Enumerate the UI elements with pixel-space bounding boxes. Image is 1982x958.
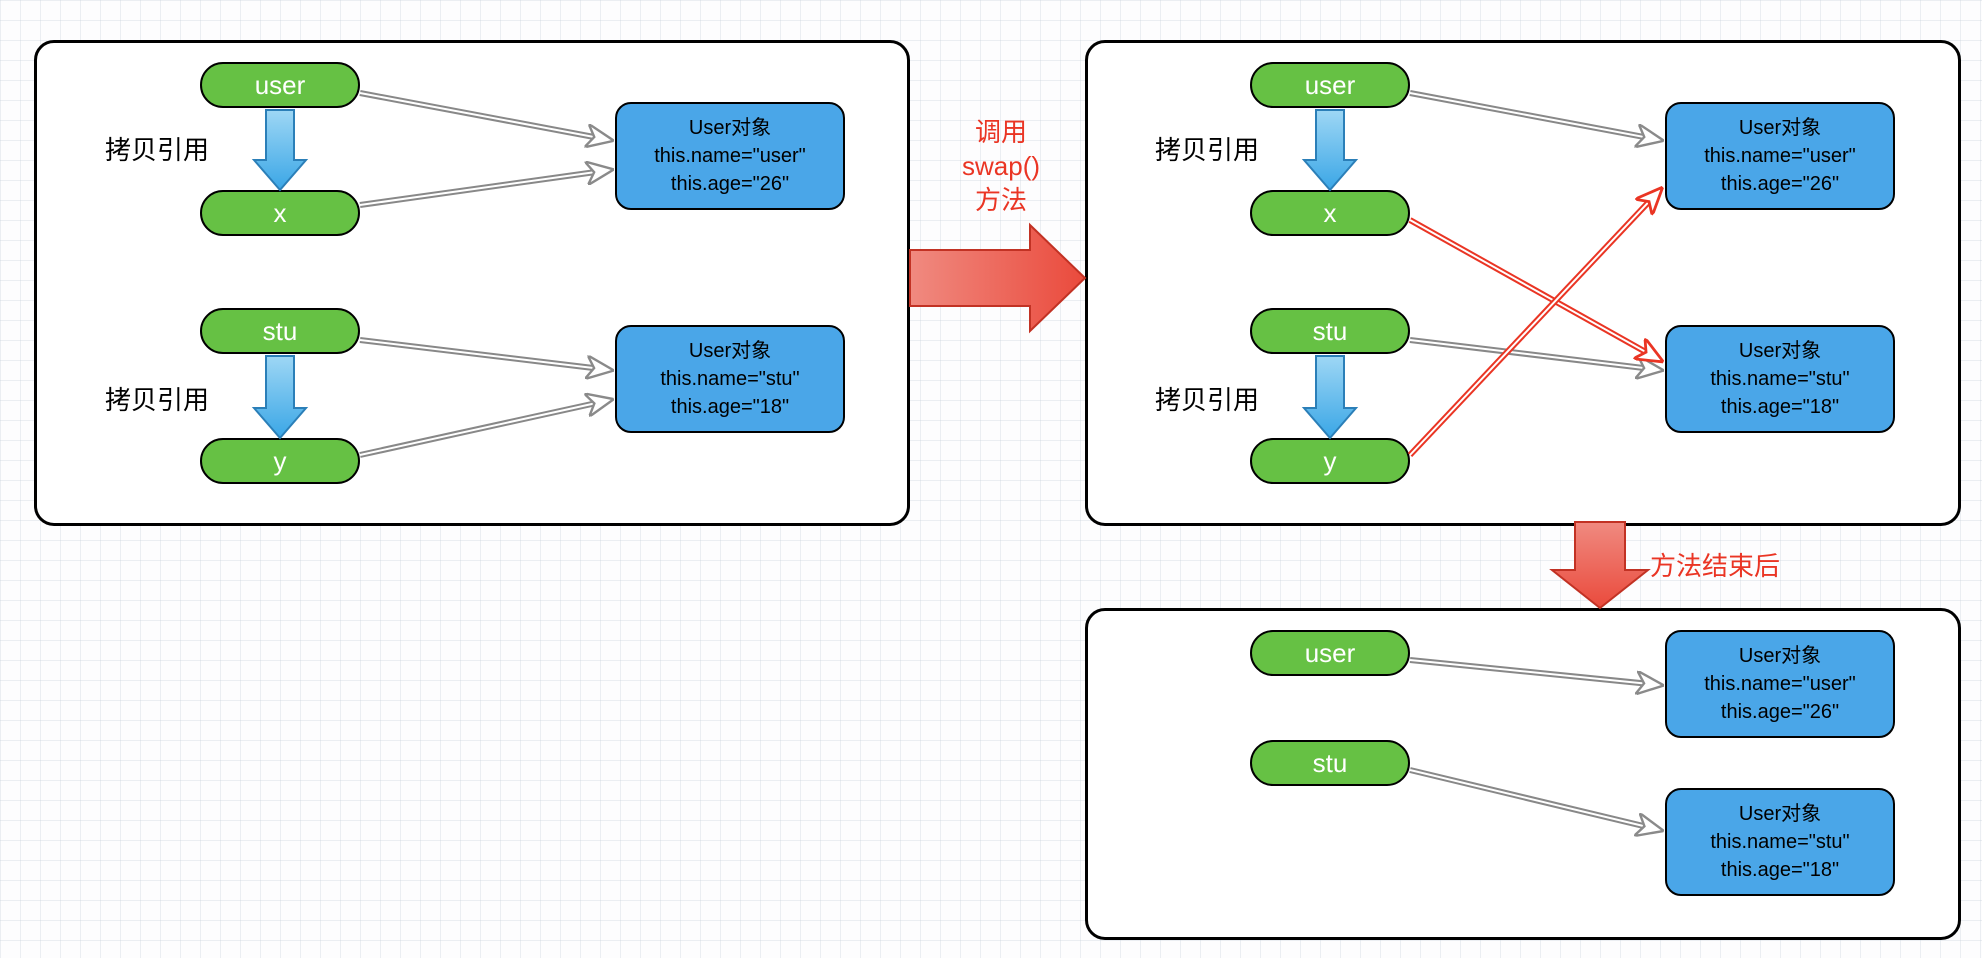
arrow-copy-stu-y-2 (1304, 356, 1356, 438)
arrows-layer (0, 0, 1982, 958)
arrow-copy-user-x (254, 110, 306, 190)
arrow-y-to-obj1-swapped (1410, 190, 1660, 455)
arrow-stu-to-obj-3 (1410, 770, 1660, 830)
arrow-user-to-obj-1 (360, 93, 610, 140)
arrow-stu-to-obj-1 (360, 340, 610, 370)
arrow-user-to-obj-2 (1410, 93, 1660, 140)
arrow-stu-to-obj-2 (1410, 340, 1660, 370)
arrow-copy-user-x-2 (1304, 110, 1356, 190)
arrow-y-to-obj-1 (360, 400, 610, 455)
arrow-user-to-obj-3 (1410, 660, 1660, 685)
arrow-x-to-obj-1 (360, 170, 610, 205)
arrow-x-to-obj2-swapped (1410, 220, 1660, 360)
big-arrow-call-swap (910, 225, 1085, 331)
big-arrow-after (1552, 522, 1648, 608)
arrow-copy-stu-y (254, 356, 306, 438)
